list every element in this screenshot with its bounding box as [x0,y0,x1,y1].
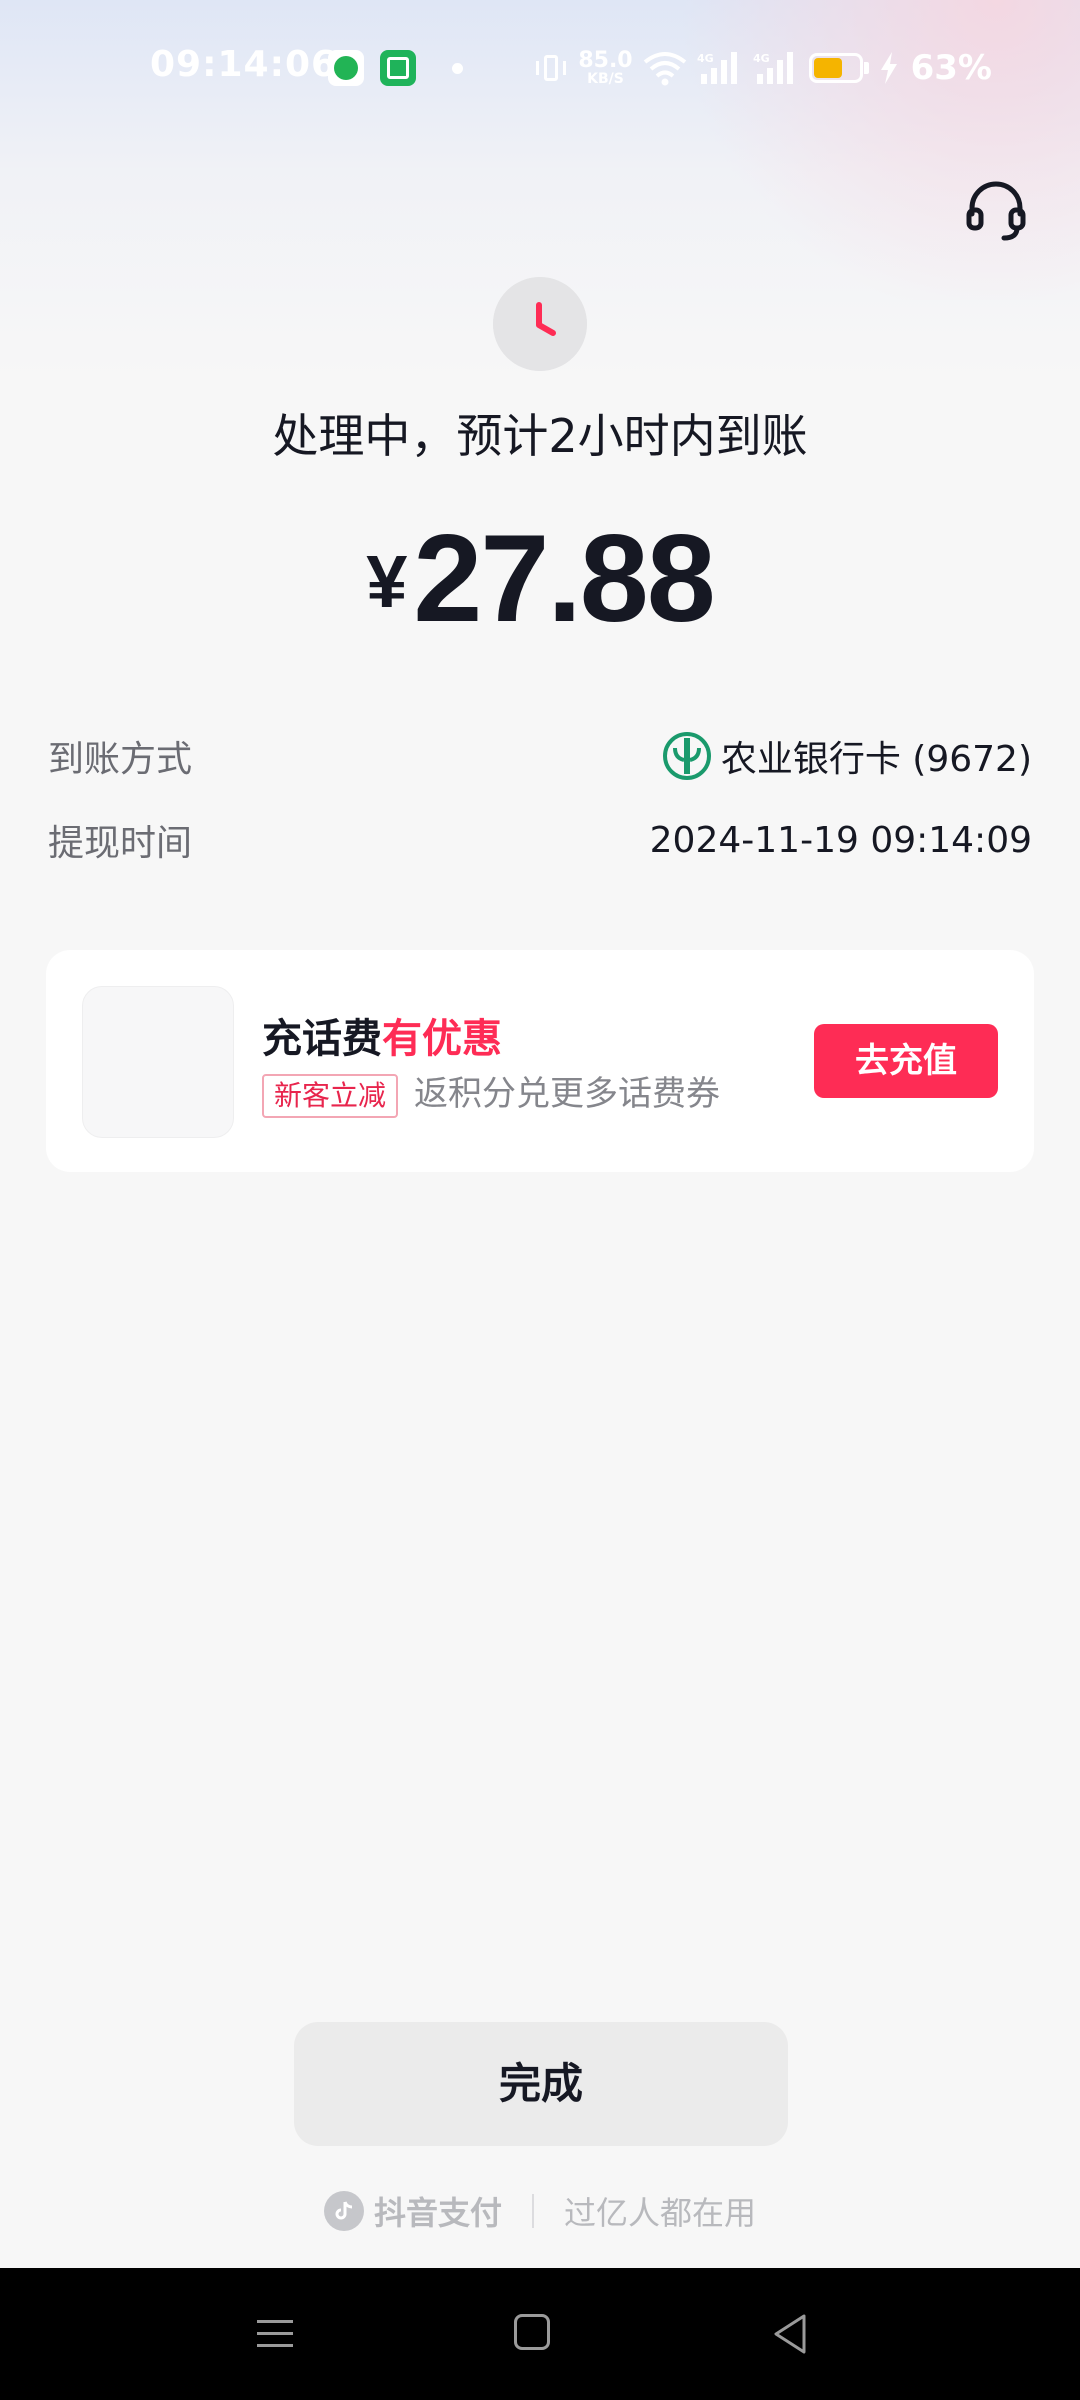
back-triangle-icon[interactable] [770,2312,810,2356]
promo-title-prefix: 充话费 [262,1016,382,1062]
wifi-icon [643,52,686,86]
done-button[interactable]: 完成 [294,2022,788,2146]
withdrawal-time-label: 提现时间 [48,823,193,864]
arrival-method-row: 到账方式 农业银行卡 (9672) [48,726,1032,786]
battery-icon [808,53,869,83]
network-label-2: 4G [753,52,770,65]
withdrawal-time-value: 2024-11-19 09:14:09 [649,819,1032,861]
promo-title: 充话费有优惠 [262,1006,502,1064]
agricultural-bank-logo-icon [662,732,711,780]
clock-icon [493,277,587,371]
promo-description: 返积分兑更多话费券 [414,1074,720,1114]
status-bar: 09:14:06 85.0 KB/S 4G 4G 63% [0,0,1080,136]
footer-divider [532,2194,534,2228]
footer-brand: 抖音支付 过亿人都在用 [0,2186,1080,2236]
phone-recharge-promo-card[interactable]: 充话费有优惠 新客立减 返积分兑更多话费券 去充值 [46,950,1034,1172]
new-customer-tag: 新客立减 [262,1074,399,1118]
network-speed-value: 85.0 [578,48,633,73]
promo-image-placeholder [82,986,234,1138]
customer-service-headset-icon[interactable] [964,178,1028,242]
currency-symbol: ¥ [366,540,408,623]
promo-title-highlight: 有优惠 [382,1016,502,1062]
network-speed-unit: KB/S [587,71,624,87]
arrival-method-label: 到账方式 [48,739,193,780]
cellular-signal-icon-1: 4G [697,52,737,84]
notification-dot-icon [452,63,463,74]
status-indicators: 85.0 KB/S 4G 4G 63% [534,46,992,90]
withdrawal-time-row: 提现时间 2024-11-19 09:14:09 [48,810,1032,870]
messaging-app-icon [328,50,364,86]
bank-card-text: 农业银行卡 (9672) [720,739,1032,780]
recent-apps-menu-icon[interactable] [255,2314,295,2354]
shopping-app-icon [380,50,416,86]
amount-value: 27.88 [413,510,715,648]
network-speed: 85.0 KB/S [578,48,633,87]
network-label-1: 4G [697,52,714,65]
home-square-icon[interactable] [514,2314,550,2350]
vibrate-icon [534,51,568,85]
processing-status-text: 处理中，预计2小时内到账 [272,409,808,463]
douyin-logo-icon [323,2191,364,2231]
battery-percent: 63% [910,48,992,88]
cellular-signal-icon-2: 4G [753,52,793,84]
recharge-button[interactable]: 去充值 [814,1024,998,1098]
brand-name: 抖音支付 [373,2194,502,2232]
system-navigation-bar [0,2268,1080,2400]
withdrawal-amount: ¥27.88 [0,508,1080,650]
status-time: 09:14:06 [150,44,338,85]
charging-bolt-icon [880,52,897,84]
arrival-method-value: 农业银行卡 (9672) [662,730,1032,782]
brand-slogan: 过亿人都在用 [564,2194,757,2232]
